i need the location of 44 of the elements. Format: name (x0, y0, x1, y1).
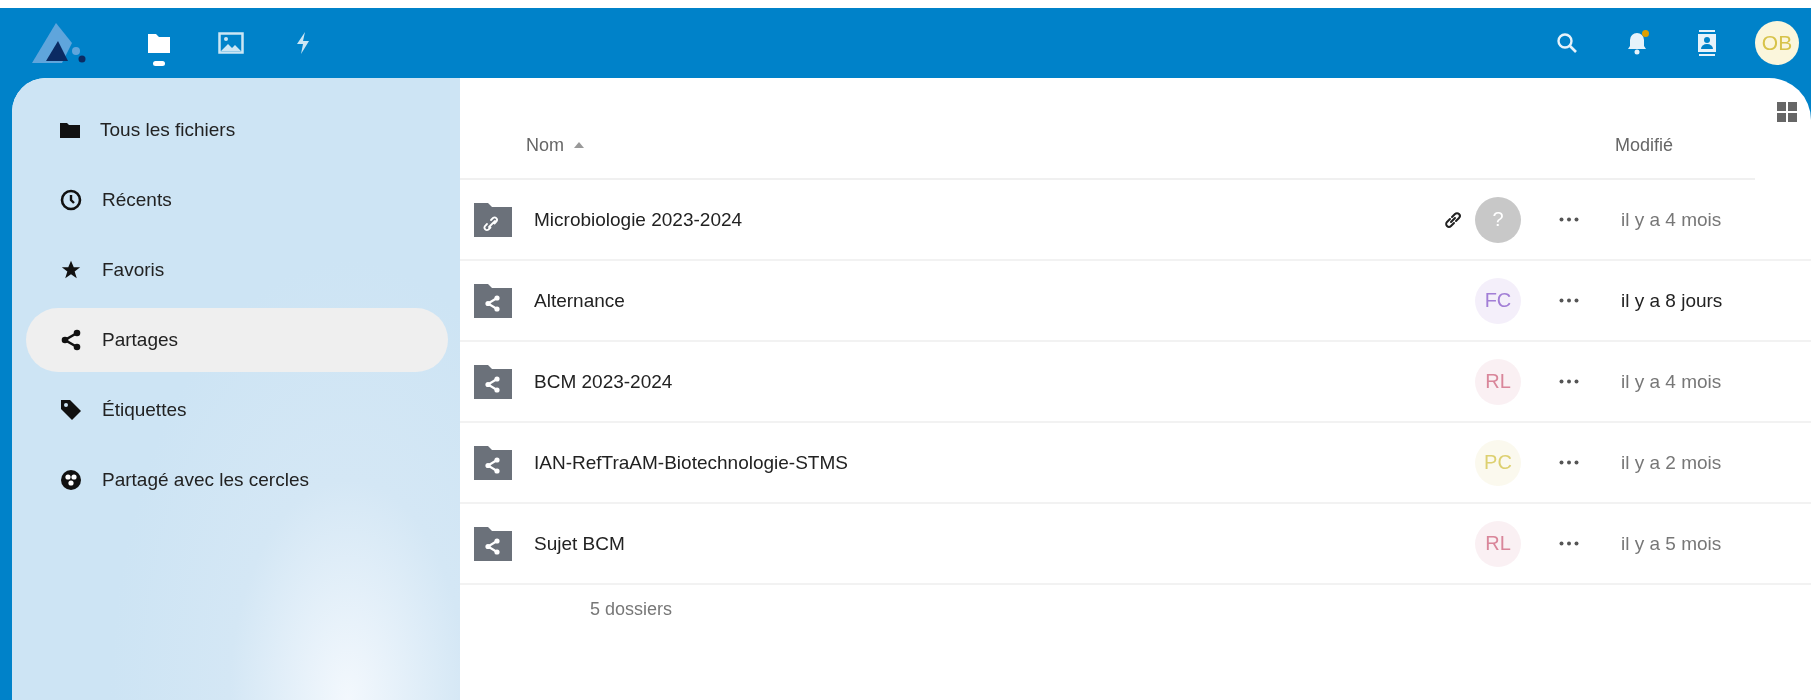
sidebar-item[interactable]: Tous les fichiers (26, 98, 448, 162)
column-header[interactable]: Modifié (1614, 134, 1673, 156)
bell-icon (1626, 31, 1648, 55)
ellipsis-icon (1559, 541, 1579, 546)
shared-folder-icon (474, 526, 512, 561)
shared-folder-icon (474, 445, 512, 480)
modified-date: il y a 2 mois (1621, 451, 1723, 474)
folder-icon (147, 32, 171, 54)
sidebar-item[interactable]: Récents (26, 168, 448, 232)
link-folder-icon (474, 202, 512, 237)
modified-date: il y a 4 mois (1621, 370, 1723, 393)
modified-date: il y a 4 mois (1621, 208, 1723, 231)
shared-folder-icon (474, 364, 512, 399)
modified-date: il y a 8 jours (1621, 289, 1724, 312)
search-icon (1556, 32, 1578, 54)
contact-card-icon (1696, 30, 1718, 56)
file-name[interactable]: IAN-RefTraAM-Biotechnologie-STMS (534, 451, 1463, 474)
file-name[interactable]: BCM 2023-2024 (534, 370, 1463, 393)
ellipsis-icon (1559, 379, 1579, 384)
lightning-icon (295, 31, 311, 55)
ellipsis-icon (1559, 460, 1579, 465)
star-icon (60, 259, 82, 281)
link-icon[interactable] (1443, 209, 1463, 230)
ellipsis-icon (1559, 217, 1579, 222)
folder-count: 5 dossiers (590, 599, 674, 620)
grid-icon (1777, 102, 1797, 122)
sidebar-item[interactable]: Partages (26, 308, 448, 372)
file-name[interactable]: Microbiologie 2023-2024 (534, 208, 1443, 231)
folder-icon (60, 122, 80, 138)
image-icon (218, 32, 244, 54)
tag-icon (60, 399, 82, 421)
circles-icon (60, 469, 82, 491)
sidebar-item[interactable]: Étiquettes (26, 378, 448, 442)
file-name[interactable]: Alternance (534, 289, 1463, 312)
shared-folder-icon (474, 283, 512, 318)
sort-ascending-icon (574, 142, 584, 148)
share-icon (60, 329, 82, 351)
sidebar-item[interactable]: Partagé avec les cercles (26, 448, 448, 512)
ellipsis-icon (1559, 298, 1579, 303)
modified-date: il y a 5 mois (1621, 532, 1723, 555)
sidebar-item[interactable]: Favoris (26, 238, 448, 302)
file-name[interactable]: Sujet BCM (534, 532, 1463, 555)
clock-icon (60, 189, 82, 211)
column-header[interactable]: Nom (526, 134, 584, 156)
